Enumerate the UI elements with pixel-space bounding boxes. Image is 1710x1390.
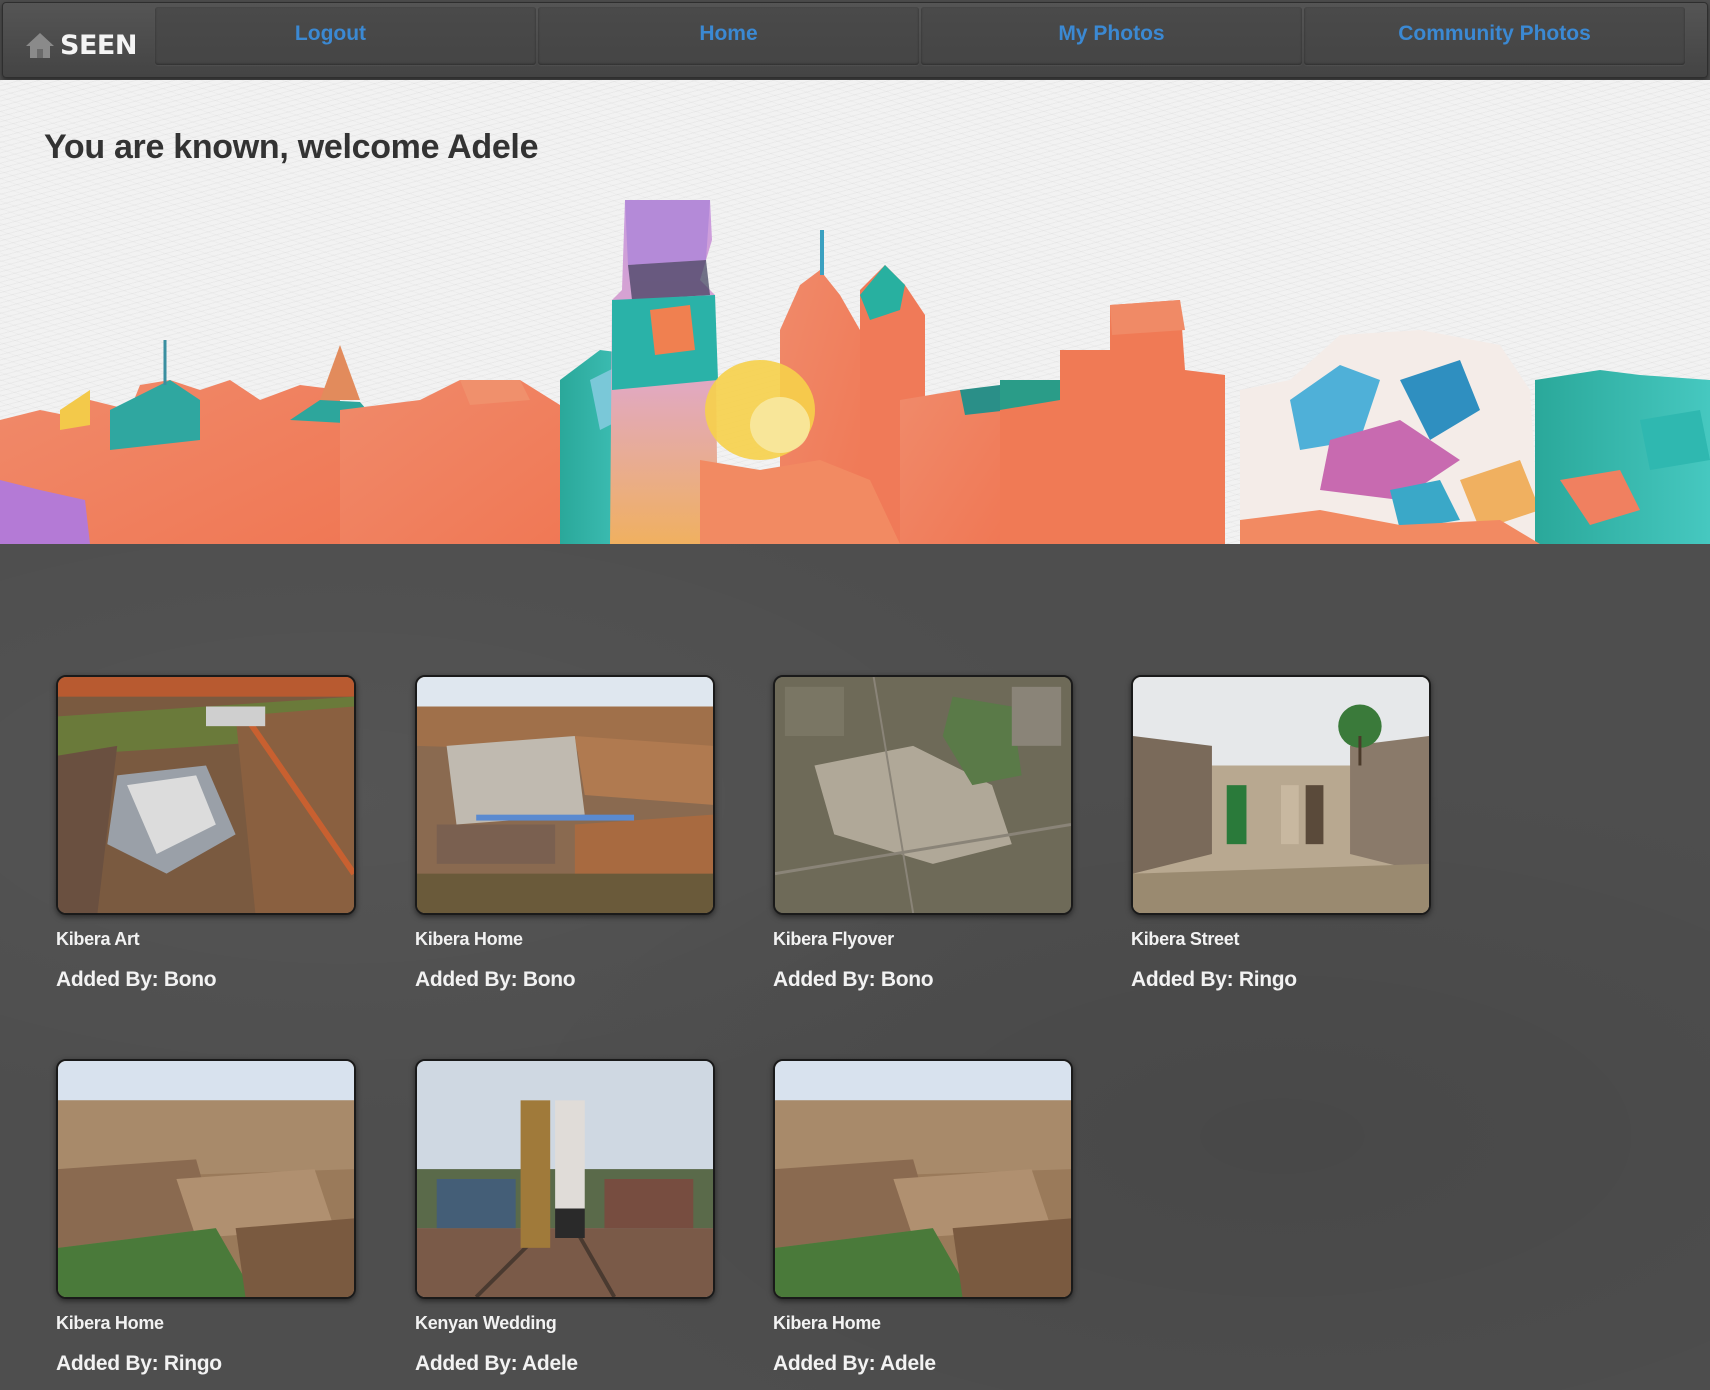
nav-logout[interactable]: Logout bbox=[155, 7, 536, 65]
photo-thumbnail[interactable] bbox=[56, 675, 356, 915]
photo-title: Kibera Street bbox=[1131, 929, 1240, 949]
nav-community-photos[interactable]: Community Photos bbox=[1304, 7, 1685, 65]
nav-community-photos-label: Community Photos bbox=[1398, 22, 1591, 45]
nav-logout-label: Logout bbox=[294, 22, 367, 45]
photo-title: Kibera Home bbox=[773, 1313, 881, 1333]
nav-my-photos[interactable]: My Photos bbox=[921, 7, 1302, 65]
photo-added-by: Added By: Ringo bbox=[1131, 968, 1297, 991]
hillside-houses-image bbox=[58, 1061, 354, 1297]
photo-added-by: Added By: Adele bbox=[415, 1352, 578, 1375]
photo-title: Kibera Flyover bbox=[773, 929, 894, 949]
photo-thumbnail[interactable] bbox=[415, 1059, 715, 1299]
photo-gallery: Kibera Art Added By: Bono Kibera Home Ad… bbox=[0, 544, 1710, 1390]
aerial-rooftops-image bbox=[58, 677, 354, 913]
street-scene-image bbox=[1133, 677, 1429, 913]
hero-banner: You are known, welcome Adele bbox=[0, 80, 1710, 544]
photo-added-by: Added By: Bono bbox=[773, 968, 934, 991]
photo-card: Kibera Art Added By: Bono bbox=[56, 675, 356, 992]
photo-added-by: Added By: Ringo bbox=[56, 1352, 222, 1375]
wedding-photo-image bbox=[417, 1061, 713, 1297]
photo-title: Kibera Home bbox=[415, 929, 523, 949]
nav-my-photos-label: My Photos bbox=[1058, 22, 1165, 45]
nav-home[interactable]: Home bbox=[538, 7, 919, 65]
photo-added-by: Added By: Bono bbox=[56, 968, 217, 991]
photo-added-by: Added By: Bono bbox=[415, 968, 576, 991]
home-icon bbox=[26, 33, 54, 58]
photo-thumbnail[interactable] bbox=[773, 1059, 1073, 1299]
nav-home-label: Home bbox=[699, 22, 758, 45]
photo-title: Kibera Home bbox=[56, 1313, 164, 1333]
satellite-flyover-image bbox=[775, 677, 1071, 913]
hillside-houses-image bbox=[775, 1061, 1071, 1297]
nav-links: Logout Home My Photos Community Photos bbox=[155, 7, 1687, 65]
photo-thumbnail[interactable] bbox=[773, 675, 1073, 915]
photo-thumbnail[interactable] bbox=[1131, 675, 1431, 915]
photo-title: Kibera Art bbox=[56, 929, 140, 949]
top-navbar: SEEN Logout Home My Photos Community Pho… bbox=[2, 2, 1708, 78]
brand-logo[interactable]: SEEN bbox=[25, 25, 137, 65]
photo-card: Kibera Flyover Added By: Bono bbox=[773, 675, 1073, 992]
photo-card: Kibera Home Added By: Adele bbox=[773, 1059, 1073, 1376]
photo-card: Kibera Street Added By: Ringo bbox=[1131, 675, 1431, 992]
photo-thumbnail[interactable] bbox=[415, 675, 715, 915]
slum-houses-image bbox=[417, 677, 713, 913]
brand-name: SEEN bbox=[60, 29, 137, 61]
welcome-heading: You are known, welcome Adele bbox=[44, 128, 539, 166]
photo-thumbnail[interactable] bbox=[56, 1059, 356, 1299]
photo-card: Kibera Home Added By: Ringo bbox=[56, 1059, 356, 1376]
photo-title: Kenyan Wedding bbox=[415, 1313, 557, 1333]
photo-card: Kibera Home Added By: Bono bbox=[415, 675, 715, 992]
photo-card: Kenyan Wedding Added By: Adele bbox=[415, 1059, 715, 1376]
photo-added-by: Added By: Adele bbox=[773, 1352, 936, 1375]
